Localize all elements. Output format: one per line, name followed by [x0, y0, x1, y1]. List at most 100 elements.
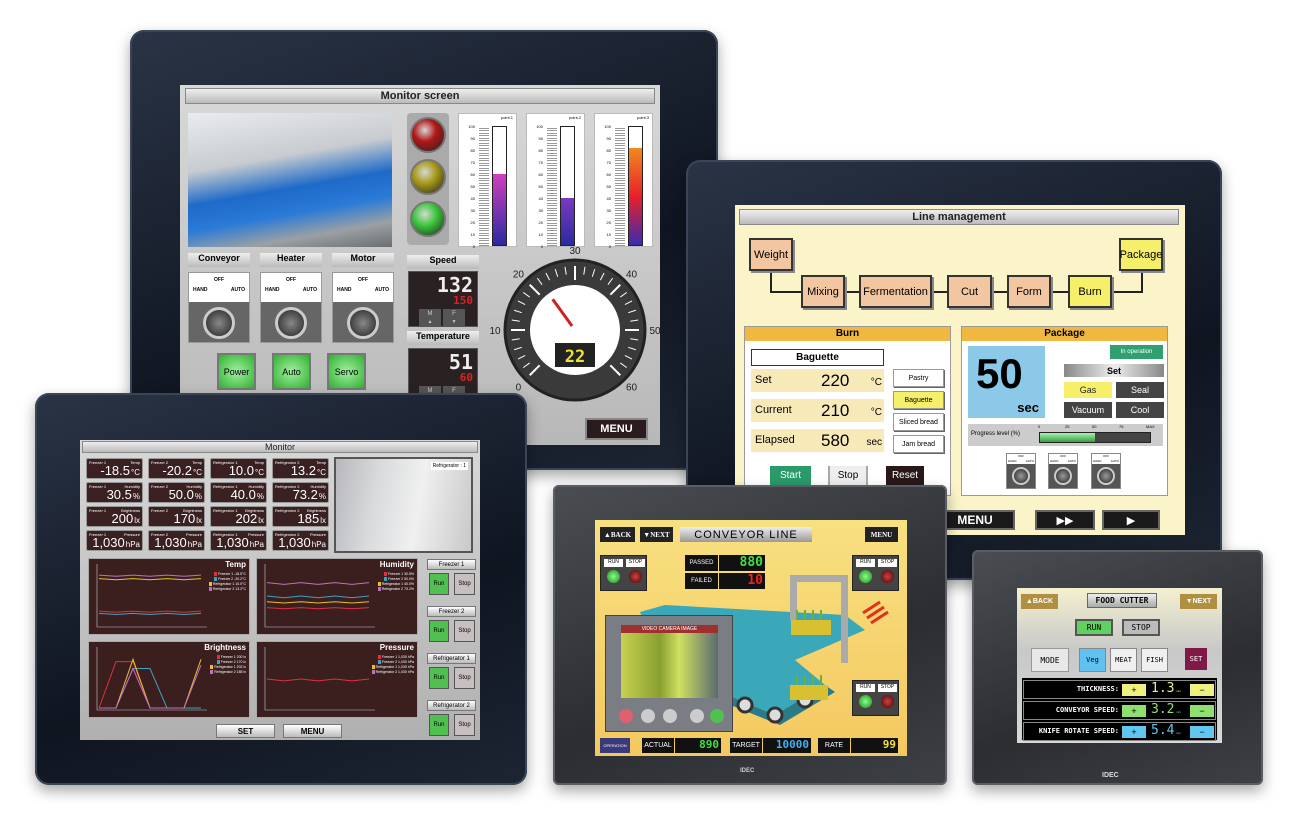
flow-step-burn[interactable]: Burn: [1068, 275, 1112, 308]
run-lamp[interactable]: [859, 695, 872, 708]
burn-row-value: 210: [821, 401, 850, 420]
run-button[interactable]: Run: [429, 714, 449, 736]
selector-switch-heater[interactable]: OFF HAND AUTO: [260, 272, 322, 343]
monitor-display: Monitor Freezer 1 Temp -18.5°C Freezer 2 Tem…: [80, 440, 480, 740]
play-video-button[interactable]: [710, 709, 724, 723]
stop-button[interactable]: Stop: [454, 667, 475, 689]
unit: lx: [320, 516, 326, 525]
run-button[interactable]: Run: [429, 620, 449, 642]
selector-switch[interactable]: OFF HAND AUTO: [1048, 453, 1078, 489]
switch-legend: OFF HAND AUTO: [1049, 454, 1077, 464]
setting-unit: mm: [1176, 689, 1181, 693]
value: 1,030: [92, 535, 125, 550]
stop-lamp[interactable]: [881, 570, 894, 583]
stop-lamp[interactable]: [629, 570, 642, 583]
switch-auto-label: AUTO: [302, 287, 317, 293]
switch-legend: OFF HAND AUTO: [261, 273, 321, 302]
increase-button[interactable]: +: [1122, 705, 1146, 717]
product-option-sliced-bread[interactable]: Sliced bread: [893, 413, 944, 431]
flow-step-cut[interactable]: Cut: [947, 275, 992, 308]
flow-step-weight[interactable]: Weight: [749, 238, 793, 271]
flow-step-fermentation[interactable]: Fermentation: [859, 275, 932, 308]
bar-tick-label: 50: [606, 184, 611, 189]
record-button[interactable]: [619, 709, 633, 723]
package-mode-seal[interactable]: Seal: [1116, 382, 1164, 398]
sensor-value: 185lx: [298, 511, 326, 526]
reset-button[interactable]: Reset: [886, 466, 924, 485]
run-button[interactable]: RUN: [1075, 619, 1113, 636]
package-mode-cool[interactable]: Cool: [1116, 402, 1164, 418]
flow-step-package[interactable]: Package: [1119, 238, 1163, 271]
gauge-tick-label: 40: [626, 269, 638, 280]
run-lamp[interactable]: [859, 570, 872, 583]
stop-button[interactable]: Stop: [454, 573, 475, 595]
replay-button[interactable]: [690, 709, 704, 723]
back-button[interactable]: ▲BACK: [1021, 594, 1058, 609]
set-button[interactable]: SET: [216, 724, 275, 738]
decrease-button[interactable]: −: [1190, 726, 1214, 738]
stop-button[interactable]: STOP: [1122, 619, 1160, 636]
set-button[interactable]: SET: [1185, 648, 1207, 670]
increase-button[interactable]: +: [1122, 726, 1146, 738]
chart-axis: [96, 647, 207, 711]
stop-button[interactable]: Stop: [454, 714, 475, 736]
sensor-name: Freezer 2: [151, 508, 169, 513]
mode-meat[interactable]: MEAT: [1110, 648, 1137, 672]
increase-button[interactable]: +: [1122, 684, 1146, 696]
bar-tick-label: 20: [606, 220, 611, 225]
next-button[interactable]: ▼NEXT: [1180, 594, 1217, 609]
product-option-jam-bread[interactable]: Jam bread: [893, 435, 944, 453]
fast-forward-button[interactable]: ▶▶: [1035, 510, 1095, 530]
run-lamp[interactable]: [607, 570, 620, 583]
bar-tick-label: 30: [470, 208, 475, 213]
selector-knob-icon: [1012, 467, 1030, 485]
start-button[interactable]: Start: [770, 466, 811, 485]
speed-up-button[interactable]: ▲: [419, 318, 441, 326]
mode-button[interactable]: MODE: [1031, 648, 1069, 672]
decrease-button[interactable]: −: [1190, 705, 1214, 717]
progress-tick: 0: [1038, 424, 1041, 429]
selector-switch-motor[interactable]: OFF HAND AUTO: [332, 272, 394, 343]
chart-series-line: [266, 582, 370, 585]
set-header: Set: [1064, 364, 1164, 377]
play-button[interactable]: ▶: [1102, 510, 1160, 530]
stop-button[interactable]: Stop: [828, 466, 868, 485]
menu-button[interactable]: MENU: [283, 724, 342, 738]
mode-veg[interactable]: Veg: [1079, 648, 1106, 672]
selector-switch[interactable]: OFF HAND AUTO: [1091, 453, 1121, 489]
selector-switch-conveyor[interactable]: OFF HAND AUTO: [188, 272, 250, 343]
run-button[interactable]: Run: [429, 667, 449, 689]
power-button[interactable]: Power: [217, 353, 256, 390]
selector-switch[interactable]: OFF HAND AUTO: [1006, 453, 1036, 489]
sensor-card: Refrigerator 1 Pressure 1,030hPa: [210, 530, 267, 551]
setting-value: 3.2: [1151, 702, 1175, 717]
package-mode-vacuum[interactable]: Vacuum: [1064, 402, 1112, 418]
speed-down-button[interactable]: ▼: [443, 318, 465, 326]
run-button[interactable]: Run: [429, 573, 449, 595]
decrease-button[interactable]: −: [1190, 684, 1214, 696]
product-option-baguette[interactable]: Baguette: [893, 391, 944, 409]
package-mode-gas[interactable]: Gas: [1064, 382, 1112, 398]
product-option-pastry[interactable]: Pastry: [893, 369, 944, 387]
warehouse-camera-image: Refrigerator : 1: [334, 457, 473, 553]
flow-step-mixing[interactable]: Mixing: [801, 275, 845, 308]
speed-m-button[interactable]: M: [419, 309, 441, 318]
stop-lamp[interactable]: [881, 695, 894, 708]
servo-button[interactable]: Servo: [327, 353, 366, 390]
progress-row: Progress level (%) 0 25 50 75 MAX: [968, 424, 1163, 446]
mode-fish[interactable]: FISH: [1141, 648, 1168, 672]
flow-step-form[interactable]: Form: [1007, 275, 1051, 308]
chart-plot: [96, 564, 207, 628]
auto-button[interactable]: Auto: [272, 353, 311, 390]
speed-f-button[interactable]: F: [443, 309, 465, 318]
stop-video-button[interactable]: [641, 709, 655, 723]
bar-tick-label: 10: [470, 232, 475, 237]
operation-button[interactable]: OPERATION: [600, 738, 630, 753]
stop-button[interactable]: Stop: [454, 620, 475, 642]
bar-scale: [479, 126, 489, 246]
camera-button[interactable]: [663, 709, 677, 723]
progress-fill: [1040, 433, 1095, 442]
menu-button[interactable]: MENU: [585, 418, 648, 440]
switch-legend: OFF HAND AUTO: [189, 273, 249, 302]
menu-button[interactable]: MENU: [935, 510, 1015, 530]
